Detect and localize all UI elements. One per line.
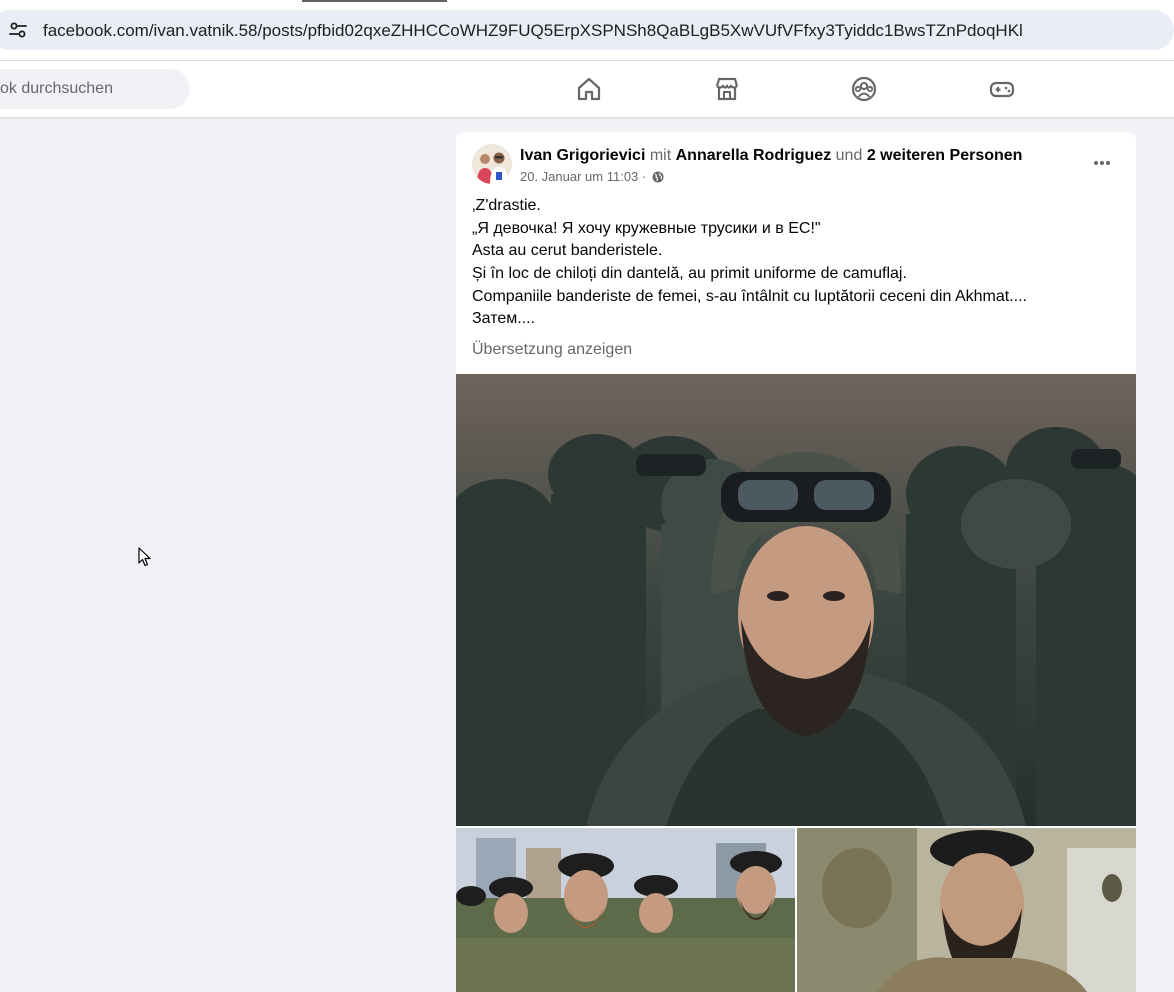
more-options-button[interactable] [1086, 146, 1118, 178]
avatar[interactable] [472, 144, 512, 184]
post-photo-thumbnail[interactable] [797, 828, 1136, 992]
post-main-photo[interactable] [456, 374, 1136, 826]
and-word: und [835, 147, 863, 164]
url-text[interactable]: facebook.com/ivan.vatnik.58/posts/pfbid0… [43, 20, 1023, 42]
post-text-line: Și în loc de chiloți din dantelă, au pri… [472, 265, 907, 283]
post-text-line: Затем.... [472, 310, 536, 328]
post-text-line: ‚Z'drastie. [472, 197, 541, 214]
tune-icon[interactable] [8, 20, 28, 40]
with-word: mit [649, 147, 672, 164]
search-placeholder: ok durchsuchen [0, 80, 113, 97]
gaming-icon[interactable] [988, 75, 1016, 103]
home-icon[interactable] [575, 75, 603, 103]
post-card: Ivan Grigorievici mit Annarella Rodrigue… [456, 132, 1136, 992]
marketplace-icon[interactable] [713, 75, 741, 103]
tagged-person[interactable]: Annarella Rodriguez [676, 147, 832, 164]
active-tab-indicator [302, 0, 447, 2]
tagged-others[interactable]: 2 weiteren Personen [867, 147, 1023, 164]
post-timestamp[interactable]: 20. Januar um 11:03 · [520, 169, 646, 184]
author-name[interactable]: Ivan Grigorievici [520, 147, 645, 164]
browser-toolbar: facebook.com/ivan.vatnik.58/posts/pfbid0… [0, 0, 1174, 60]
post-text-line: Asta au cerut banderistele. [472, 242, 663, 260]
post-text-line: „Я девочка! Я хочу кружевные трусики и в… [472, 219, 821, 237]
globe-icon[interactable] [652, 171, 664, 183]
post-text: ‚Z'drastie. „Я девочка! Я хочу кружевные… [472, 195, 1027, 331]
see-translation-link[interactable]: Übersetzung anzeigen [472, 341, 632, 359]
mouse-cursor-icon [138, 547, 152, 567]
facebook-top-nav: ok durchsuchen [0, 60, 1174, 117]
post-meta: 20. Januar um 11:03 · [520, 169, 664, 184]
post-text-line: Companiile banderiste de femei, s-au înt… [472, 287, 1027, 305]
more-icon [1093, 153, 1111, 171]
post-header: Ivan Grigorievici mit Annarella Rodrigue… [520, 146, 1022, 166]
post-photo-thumbnail[interactable] [456, 828, 795, 992]
groups-icon[interactable] [850, 75, 878, 103]
